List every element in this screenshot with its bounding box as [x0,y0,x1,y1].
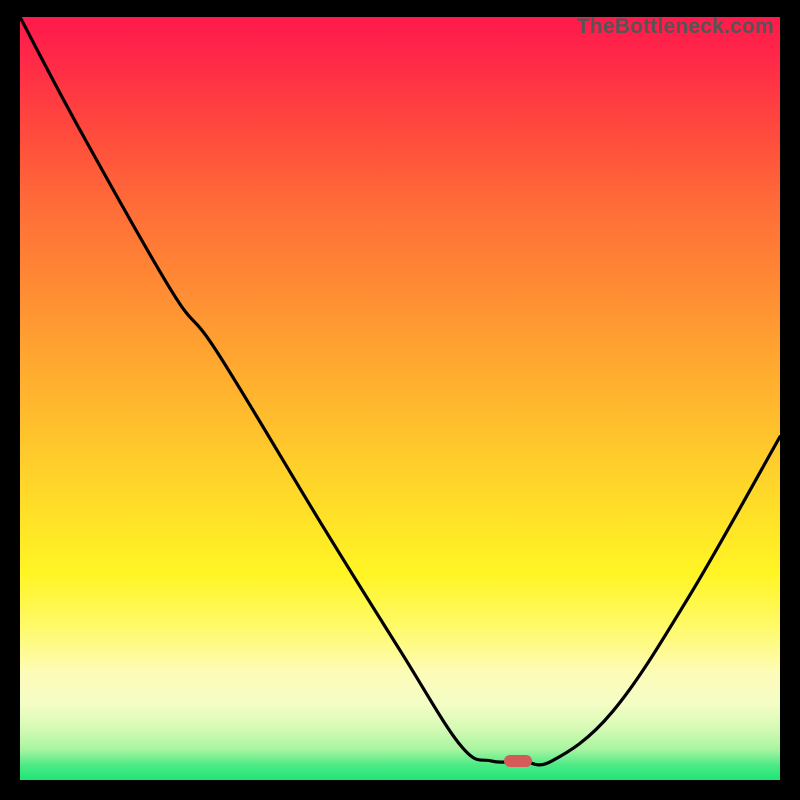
chart-plot-area: TheBottleneck.com [20,17,780,780]
bottleneck-curve [20,17,780,780]
optimal-marker [504,755,532,767]
